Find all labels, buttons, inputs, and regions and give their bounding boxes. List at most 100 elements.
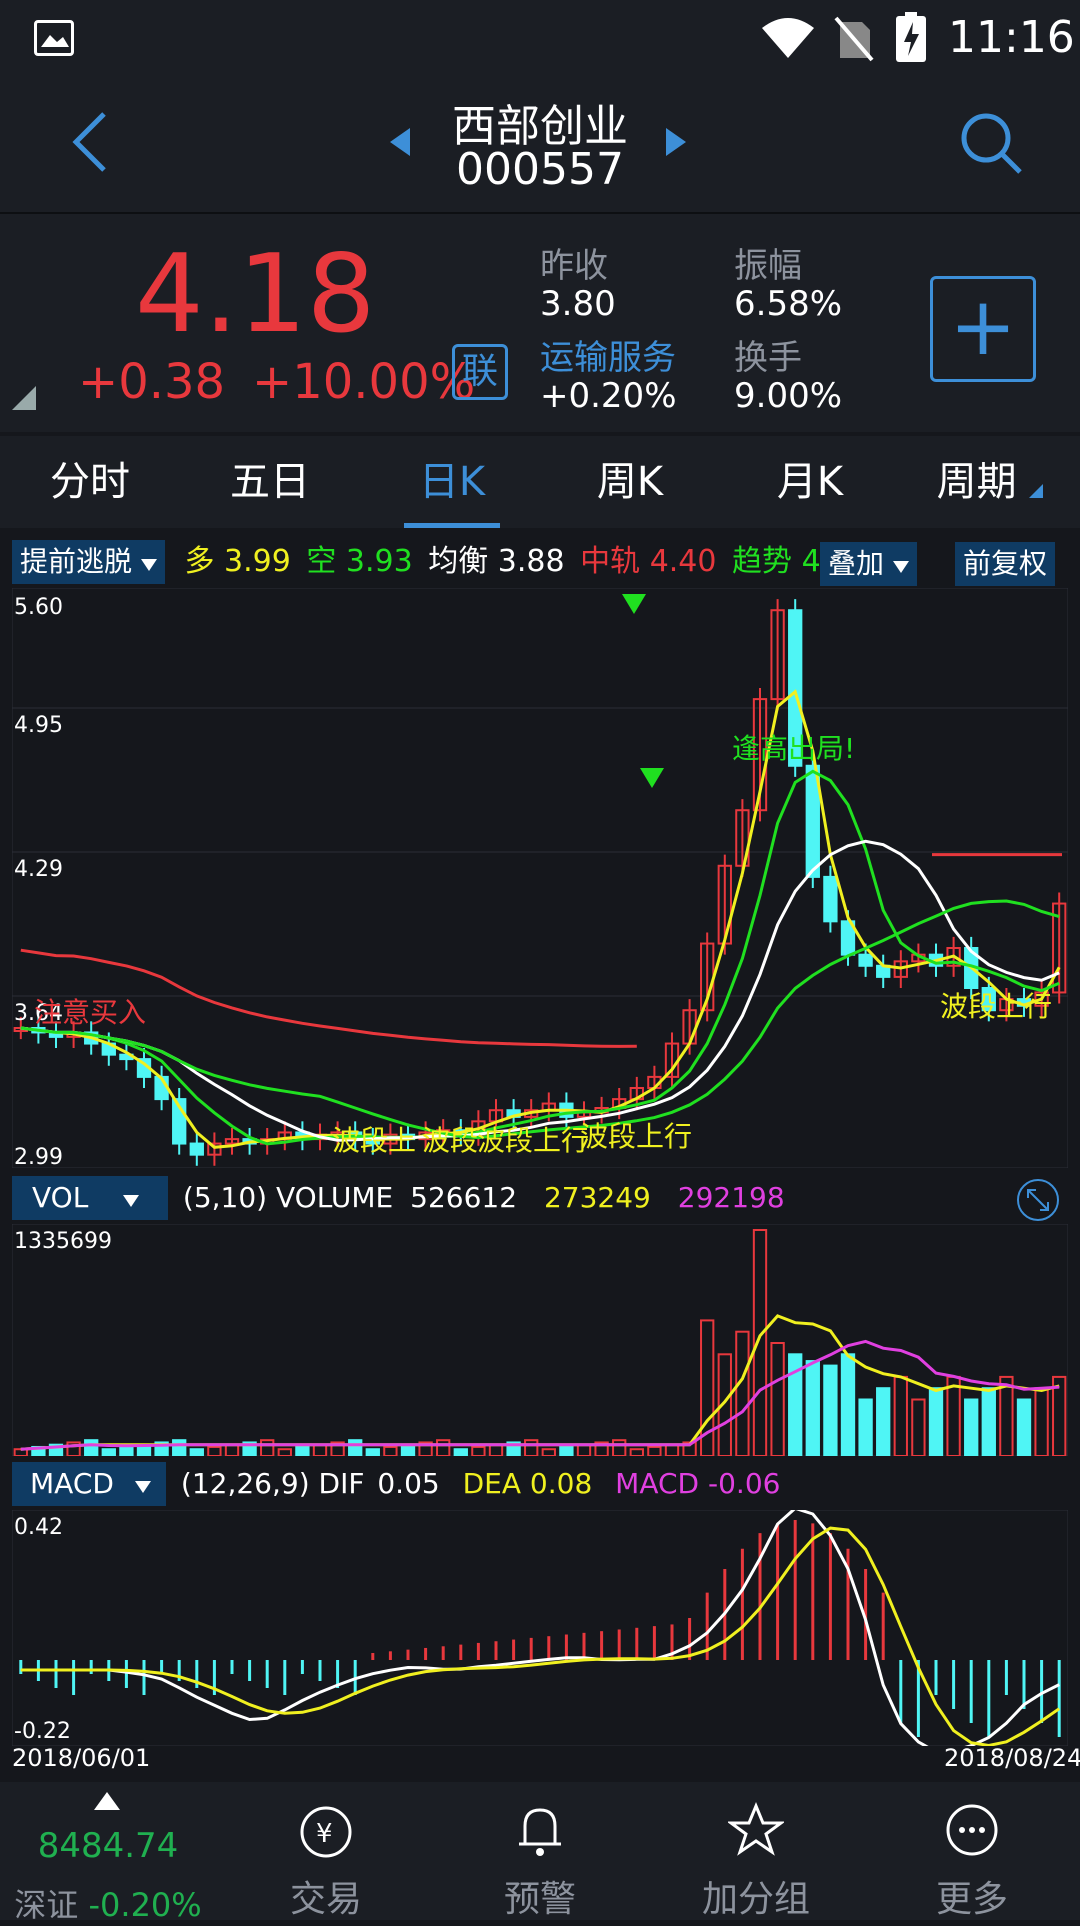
nav-alert[interactable]: 预警 <box>450 1782 630 1920</box>
index-ticker[interactable]: 8484.74 深证 -0.20% <box>0 1782 216 1924</box>
volume-bar <box>999 1375 1014 1456</box>
lian-badge[interactable]: 联 <box>452 344 508 400</box>
candle-body <box>858 953 873 967</box>
price-change-pct: +10.00% <box>252 354 476 410</box>
macd-macd-label: MACD <box>615 1467 700 1500</box>
back-icon[interactable] <box>70 110 110 174</box>
macd-name: MACD <box>30 1467 114 1500</box>
volume-bar <box>312 1443 328 1456</box>
sell-arrow-icon <box>622 594 646 614</box>
vol-header: VOL (5,10) VOLUME 526612 273249 292198 <box>12 1176 1072 1220</box>
kong-value: 3.93 <box>345 544 413 579</box>
macd-top-label: 0.42 <box>14 1515 63 1540</box>
wave-annotation: 波段 <box>422 1124 478 1157</box>
prev-stock-icon[interactable] <box>390 128 410 156</box>
tab-five-day[interactable]: 五日 <box>180 436 360 528</box>
tab-intraday[interactable]: 分时 <box>0 436 180 528</box>
tab-period-label: 周期 <box>936 459 1017 505</box>
vol-params: (5,10) VOLUME <box>182 1181 394 1214</box>
peak-annotation: 逢高出局! <box>732 732 855 765</box>
macd-dea: 0.08 <box>529 1467 593 1500</box>
kline-chart[interactable]: 5.60 4.95 4.29 3.64 2.99 注意买入 逢高出局! 波段上 … <box>12 588 1068 1168</box>
bell-icon <box>519 1808 561 1856</box>
ma-line <box>20 689 1061 1149</box>
zhonggui-value: 4.40 <box>649 544 717 579</box>
turnover-value: 9.00% <box>734 376 843 416</box>
amplitude-value: 6.58% <box>734 284 843 324</box>
adjust-button[interactable]: 前复权 <box>955 542 1056 586</box>
triangle-up-icon <box>94 1792 120 1810</box>
volume-bar <box>946 1375 961 1456</box>
nav-more[interactable]: 更多 <box>882 1782 1062 1920</box>
chevron-down-icon <box>134 1481 151 1493</box>
dif-line <box>20 1510 1060 1746</box>
index-name: 深证 <box>14 1886 79 1924</box>
sector-link[interactable]: 运输服务 <box>540 330 676 379</box>
volume-bar <box>224 1443 240 1456</box>
tab-period[interactable]: 周期 <box>900 436 1080 528</box>
vol-name: VOL <box>32 1181 89 1214</box>
volume-bar <box>524 1439 539 1456</box>
sector-change: +0.20% <box>540 376 677 416</box>
volume-bar <box>101 1448 116 1456</box>
prev-close-label: 昨收 <box>540 246 608 286</box>
expand-icon[interactable] <box>1016 1178 1060 1222</box>
wave-annotation: 波段上行 <box>940 990 1052 1023</box>
indicator-dropdown[interactable]: 提前逃脱 <box>12 540 165 584</box>
volume-bar <box>172 1439 187 1456</box>
y-tick-label: 4.95 <box>14 713 63 738</box>
corner-triangle-icon <box>12 386 36 410</box>
duo-label: 多 <box>184 544 215 579</box>
buy-annotation: 注意买入 <box>34 996 146 1029</box>
volume-bar <box>189 1448 204 1456</box>
dea-line <box>20 1526 1061 1746</box>
end-date: 2018/08/24 <box>944 1744 1080 1772</box>
macd-chart[interactable]: 0.42 -0.22 <box>12 1510 1068 1746</box>
nav-add-group[interactable]: 加分组 <box>666 1782 846 1920</box>
volume-chart[interactable]: 1335699 <box>12 1224 1068 1456</box>
qushi-label: 趋势 <box>732 544 793 579</box>
volume-bar <box>612 1439 627 1456</box>
tab-daily-k[interactable]: 日K <box>392 436 512 528</box>
tab-weekly-k[interactable]: 周K <box>540 436 720 528</box>
next-stock-icon[interactable] <box>666 128 686 156</box>
price-change: +0.38 <box>78 354 226 410</box>
nav-trade-label: 交易 <box>289 1879 362 1920</box>
search-icon[interactable] <box>958 110 1024 176</box>
battery-charging-icon <box>896 12 926 62</box>
overlay-dropdown[interactable]: 叠加 <box>820 542 917 586</box>
volume-bar <box>1016 1398 1032 1456</box>
start-date: 2018/06/01 <box>12 1744 151 1772</box>
volume-bar <box>400 1443 416 1456</box>
y-tick-label: 2.99 <box>14 1145 63 1168</box>
wave-annotation: 波段上 <box>332 1124 416 1157</box>
vol-ma10: 292198 <box>677 1181 785 1214</box>
junheng-value: 3.88 <box>497 544 565 579</box>
wifi-icon <box>762 18 814 58</box>
turnover-label: 换手 <box>734 338 802 378</box>
volume-bar <box>453 1448 468 1456</box>
stock-header: 西部创业 000557 <box>0 80 1080 214</box>
vol-dropdown[interactable]: VOL <box>12 1176 168 1220</box>
amplitude-label: 振幅 <box>734 246 802 286</box>
vol-ma5: 273249 <box>543 1181 651 1214</box>
ma-line <box>20 769 1060 1146</box>
volume-bar <box>348 1439 363 1456</box>
chevron-down-icon <box>140 559 157 571</box>
gallery-icon <box>34 20 74 56</box>
nav-trade[interactable]: ¥ 交易 <box>236 1782 416 1920</box>
tab-monthly-k[interactable]: 月K <box>720 436 900 528</box>
volume-bar <box>541 1448 556 1456</box>
no-sim-icon <box>834 16 874 62</box>
svg-text:¥: ¥ <box>316 1819 333 1849</box>
vol-value: 526612 <box>410 1181 518 1214</box>
macd-dropdown[interactable]: MACD <box>12 1462 166 1506</box>
stock-code: 000557 <box>456 144 624 195</box>
add-watchlist-button[interactable]: + <box>930 276 1036 382</box>
chevron-down-icon <box>892 561 909 573</box>
overlay-label: 叠加 <box>828 547 885 580</box>
more-icon <box>946 1804 998 1856</box>
volume-bar <box>559 1445 574 1456</box>
vol-ma-line <box>20 1314 1060 1451</box>
volume-bar <box>207 1445 222 1456</box>
